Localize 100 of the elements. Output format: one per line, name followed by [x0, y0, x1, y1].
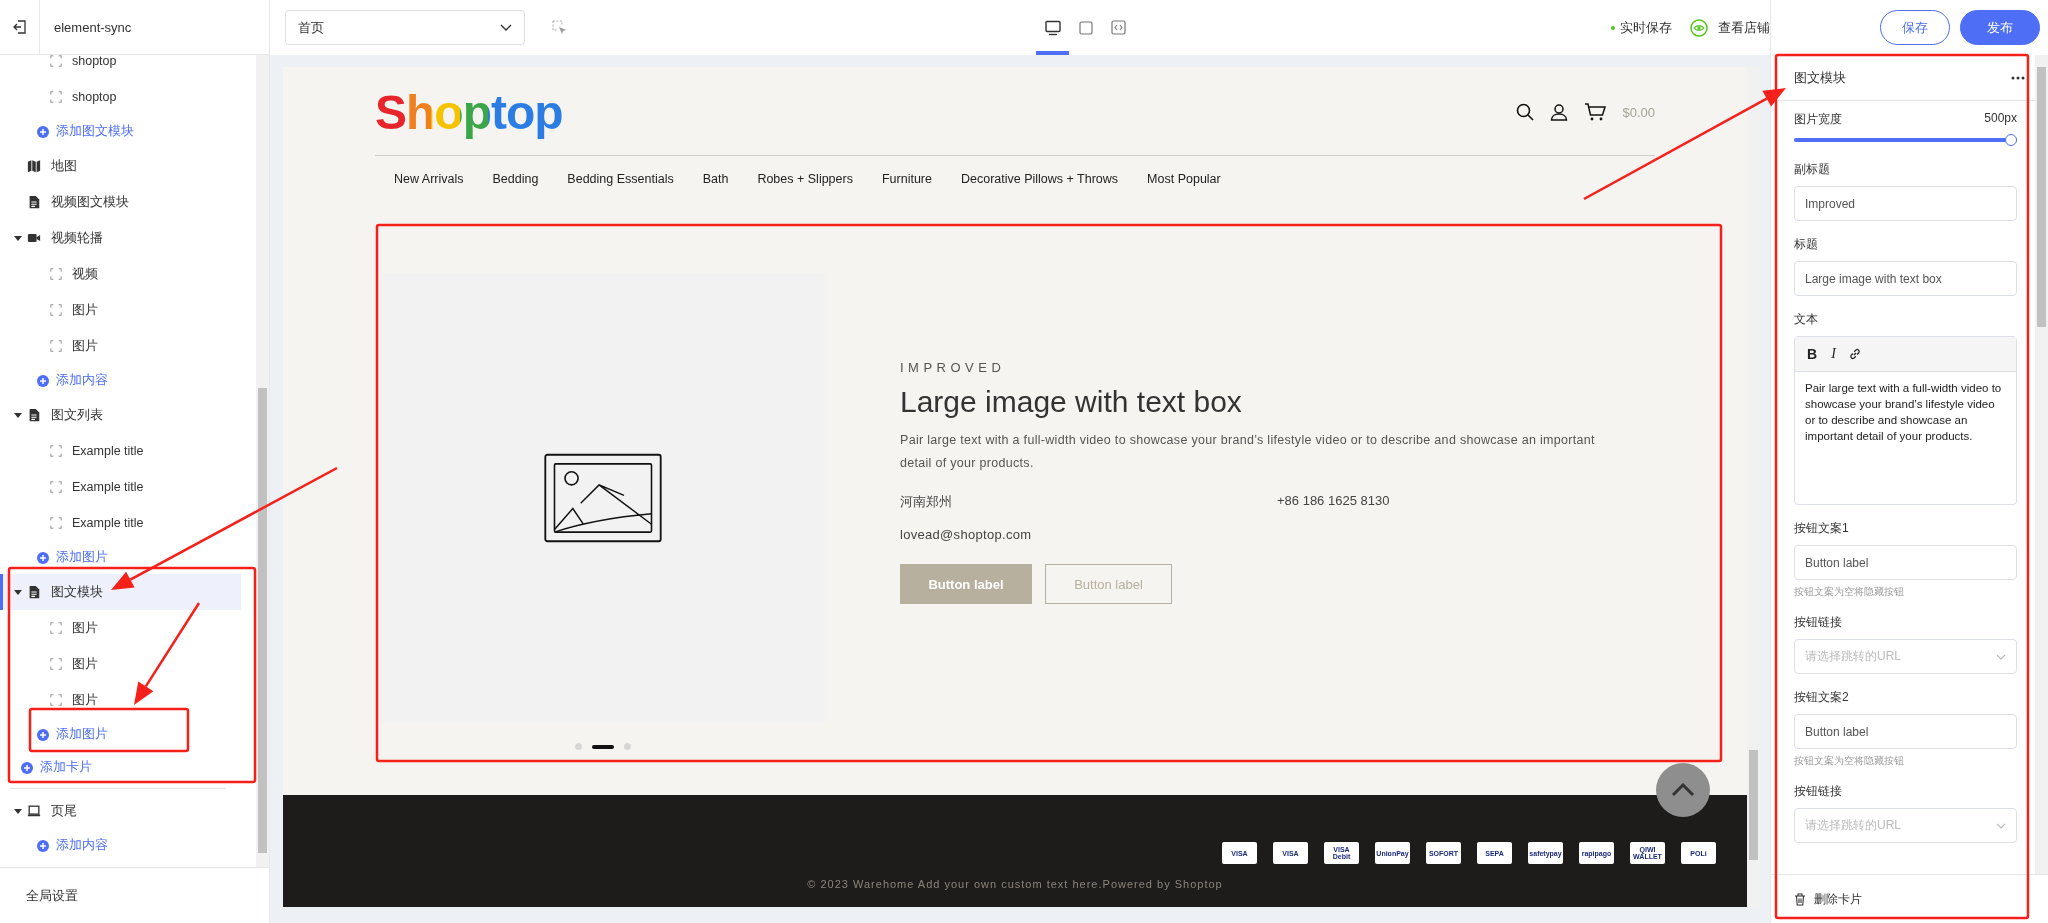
scrollbar[interactable]: [1747, 67, 1760, 907]
nav-link[interactable]: Bedding Essentials: [567, 172, 674, 186]
editor-text: Pair large text with a full-width video to showcase your brand’s lifestyle video or to describe and showcase an important detail of your products.: [1804, 381, 2003, 444]
publish-button[interactable]: 发布: [1960, 10, 2040, 45]
add-item-button[interactable]: 添加内容: [0, 829, 241, 862]
delete-card-button[interactable]: 删除卡片: [1794, 890, 1862, 908]
user-icon[interactable]: [1550, 103, 1569, 121]
add-item-button[interactable]: 添加卡片: [0, 751, 241, 784]
chevron-up-icon: [1671, 783, 1695, 797]
tree-item[interactable]: 页尾: [0, 793, 241, 829]
nav-link[interactable]: Bath: [702, 172, 729, 186]
tree-item[interactable]: 视频图文模块: [0, 184, 241, 220]
caret-icon[interactable]: [13, 806, 23, 816]
eye-icon: [1690, 18, 1708, 37]
more-icon[interactable]: [2011, 75, 2025, 80]
nav-link[interactable]: Robes + Slippers: [757, 172, 853, 186]
nav-link[interactable]: Most Popular: [1147, 172, 1221, 186]
frame-icon: [50, 55, 62, 67]
bold-button[interactable]: B: [1805, 346, 1820, 362]
tree-item[interactable]: Example title: [0, 505, 241, 541]
tree-item[interactable]: shoptop: [0, 79, 241, 115]
field-label: 图片宽度: [1794, 111, 1842, 128]
frame-icon: [50, 694, 62, 706]
frame-icon: [50, 304, 62, 316]
chevron-down-icon: [1996, 653, 2006, 660]
panel-title: 图文模块: [1794, 68, 1846, 87]
global-settings-link[interactable]: 全局设置: [0, 867, 269, 923]
tree-item[interactable]: Example title: [0, 433, 241, 469]
tree-item[interactable]: 图文列表: [0, 397, 241, 433]
autosave-status: 实时保存: [1611, 18, 1672, 37]
document-icon: [27, 408, 41, 422]
tree-item[interactable]: 视频轮播: [0, 220, 241, 256]
text-field[interactable]: Button label: [1794, 545, 2017, 580]
frame-icon: [50, 658, 62, 670]
plus-icon: [37, 839, 49, 852]
nav-link[interactable]: Decorative Pillows + Throws: [960, 172, 1119, 186]
field-label: 文本: [1794, 311, 1819, 328]
field-label: 按钮文案1: [1794, 520, 1850, 537]
tree-item[interactable]: 图片: [0, 646, 241, 682]
field-hint: 按钮文案为空将隐藏按钮: [1794, 754, 1905, 768]
video-camera-icon: [27, 231, 41, 245]
frame-icon: [50, 622, 62, 634]
rich-text-editor[interactable]: B I Pair large text with a full-width video to showcase your brand’s lifestyle video or to describe and showcase an important detail of your products.: [1794, 336, 2017, 505]
back-to-top-button[interactable]: [1656, 763, 1710, 817]
add-item-button[interactable]: 添加图片: [0, 541, 241, 574]
field-label: 按钮链接: [1794, 614, 1843, 631]
text-field[interactable]: Improved: [1794, 186, 2017, 221]
frame-icon: [50, 517, 62, 529]
laptop-icon: [27, 804, 41, 818]
cart-total: $0.00: [1622, 104, 1655, 120]
slide-dot[interactable]: [623, 743, 631, 750]
cart-icon[interactable]: [1584, 103, 1607, 121]
chevron-down-icon: [1996, 822, 2006, 829]
caret-icon[interactable]: [13, 410, 23, 420]
add-item-button[interactable]: 添加图片: [0, 718, 241, 751]
field-label: 副标题: [1794, 161, 1831, 178]
plus-icon: [37, 551, 49, 564]
view-store-link[interactable]: 查看店铺: [1690, 18, 1770, 37]
select-element-icon[interactable]: [552, 20, 567, 35]
tree-item[interactable]: Example title: [0, 469, 241, 505]
caret-icon[interactable]: [13, 587, 23, 597]
slider-value: 500px: [1984, 111, 2017, 127]
email: lovead@shoptop.com: [900, 527, 1032, 542]
add-item-button[interactable]: 添加内容: [0, 364, 241, 397]
tree-item[interactable]: 图片: [0, 292, 241, 328]
code-icon: [1111, 20, 1126, 35]
caret-icon[interactable]: [13, 233, 23, 243]
link-icon[interactable]: [1847, 347, 1862, 361]
italic-button[interactable]: I: [1829, 346, 1838, 362]
tree-item[interactable]: 地图: [0, 148, 241, 184]
text-field[interactable]: Button label: [1794, 714, 2017, 749]
plus-icon: [21, 761, 33, 774]
nav-link[interactable]: New Arrivals: [394, 172, 464, 186]
frame-icon: [50, 445, 62, 457]
frame-icon: [50, 268, 62, 280]
add-item-button[interactable]: 添加图文模块: [0, 115, 241, 148]
tree-item[interactable]: 图文模块: [0, 574, 241, 610]
document-icon: [27, 585, 41, 599]
field-label: 标题: [1794, 236, 1819, 253]
plus-icon: [37, 374, 49, 387]
tree-item[interactable]: 视频: [0, 256, 241, 292]
chevron-down-icon: [500, 24, 512, 31]
slide-dot[interactable]: [574, 743, 582, 750]
nav-link[interactable]: Bedding: [492, 172, 539, 186]
field-label: 按钮文案2: [1794, 689, 1850, 706]
scrollbar[interactable]: [2035, 55, 2048, 874]
page-select[interactable]: 首页: [285, 10, 525, 45]
exit-icon[interactable]: [12, 20, 27, 34]
tree-item[interactable]: 图片: [0, 328, 241, 364]
nav-link[interactable]: Furniture: [881, 172, 932, 186]
tree-item[interactable]: 图片: [0, 610, 241, 646]
frame-icon: [50, 91, 62, 103]
app-name: element-sync: [54, 19, 132, 35]
save-button[interactable]: 保存: [1880, 10, 1950, 45]
search-icon[interactable]: [1516, 103, 1535, 121]
text-field[interactable]: Large image with text box: [1794, 261, 2017, 296]
scrollbar[interactable]: [256, 55, 269, 867]
tree-item[interactable]: shoptop: [0, 55, 241, 79]
tree-item[interactable]: 图片: [0, 682, 241, 718]
trash-icon: [1794, 892, 1806, 906]
